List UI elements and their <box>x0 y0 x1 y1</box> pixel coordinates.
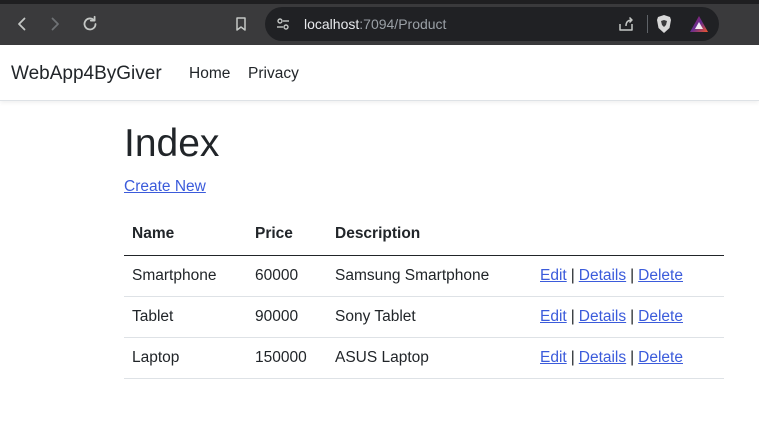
back-button[interactable] <box>10 12 34 36</box>
page-title: Index <box>124 122 220 165</box>
header-actions <box>532 214 724 256</box>
cell-actions: Edit | Details | Delete <box>532 255 724 297</box>
reload-icon <box>83 15 97 31</box>
products-table: Name Price Description Smartphone 60000 … <box>124 214 724 379</box>
url-host: localhost <box>304 16 360 32</box>
action-separator: | <box>630 266 635 284</box>
reload-button[interactable] <box>78 12 102 36</box>
delete-link[interactable]: Delete <box>638 267 683 284</box>
edit-link[interactable]: Edit <box>540 308 567 325</box>
details-link[interactable]: Details <box>579 267 626 284</box>
details-link[interactable]: Details <box>579 349 626 366</box>
share-icon[interactable] <box>617 15 635 33</box>
nav-link-privacy[interactable]: Privacy <box>248 64 299 84</box>
details-link[interactable]: Details <box>579 308 626 325</box>
url-path: :7094/Product <box>359 16 447 32</box>
action-separator: | <box>570 266 575 284</box>
table-row: Smartphone 60000 Samsung Smartphone Edit… <box>124 255 724 297</box>
header-price: Price <box>247 214 327 256</box>
brave-shields-icon[interactable] <box>655 14 673 34</box>
cell-description: Samsung Smartphone <box>327 255 532 297</box>
app-navbar: WebApp4ByGiver Home Privacy <box>0 45 759 101</box>
delete-link[interactable]: Delete <box>638 349 683 366</box>
cell-price: 150000 <box>247 337 327 379</box>
brave-rewards-icon[interactable] <box>689 15 709 33</box>
url-text[interactable]: localhost:7094/Product <box>304 15 446 33</box>
address-bar[interactable]: localhost:7094/Product <box>265 7 719 41</box>
cell-name: Tablet <box>124 296 247 338</box>
bookmark-icon <box>236 17 246 31</box>
toolbar-divider <box>647 15 648 33</box>
action-separator: | <box>570 307 575 325</box>
cell-description: ASUS Laptop <box>327 337 532 379</box>
action-separator: | <box>570 348 575 366</box>
forward-arrow-icon <box>51 17 59 31</box>
create-new-link[interactable]: Create New <box>124 177 206 197</box>
action-separator: | <box>630 307 635 325</box>
forward-button[interactable] <box>43 12 67 36</box>
browser-toolbar: localhost:7094/Product <box>0 0 759 45</box>
header-description: Description <box>327 214 532 256</box>
cell-price: 90000 <box>247 296 327 338</box>
cell-name: Smartphone <box>124 255 247 297</box>
cell-actions: Edit | Details | Delete <box>532 337 724 379</box>
table-header-row: Name Price Description <box>124 214 724 256</box>
bookmark-button[interactable] <box>229 12 253 36</box>
edit-link[interactable]: Edit <box>540 349 567 366</box>
site-settings-icon[interactable] <box>275 16 291 32</box>
back-arrow-icon <box>18 17 26 31</box>
table-row: Tablet 90000 Sony Tablet Edit | Details | De… <box>124 296 724 338</box>
table-row: Laptop 150000 ASUS Laptop Edit | Details | D… <box>124 337 724 379</box>
cell-price: 60000 <box>247 255 327 297</box>
nav-link-home[interactable]: Home <box>189 64 230 84</box>
header-name: Name <box>124 214 247 256</box>
cell-description: Sony Tablet <box>327 296 532 338</box>
cell-actions: Edit | Details | Delete <box>532 296 724 338</box>
brand-link[interactable]: WebApp4ByGiver <box>11 62 162 86</box>
cell-name: Laptop <box>124 337 247 379</box>
edit-link[interactable]: Edit <box>540 267 567 284</box>
delete-link[interactable]: Delete <box>638 308 683 325</box>
action-separator: | <box>630 348 635 366</box>
